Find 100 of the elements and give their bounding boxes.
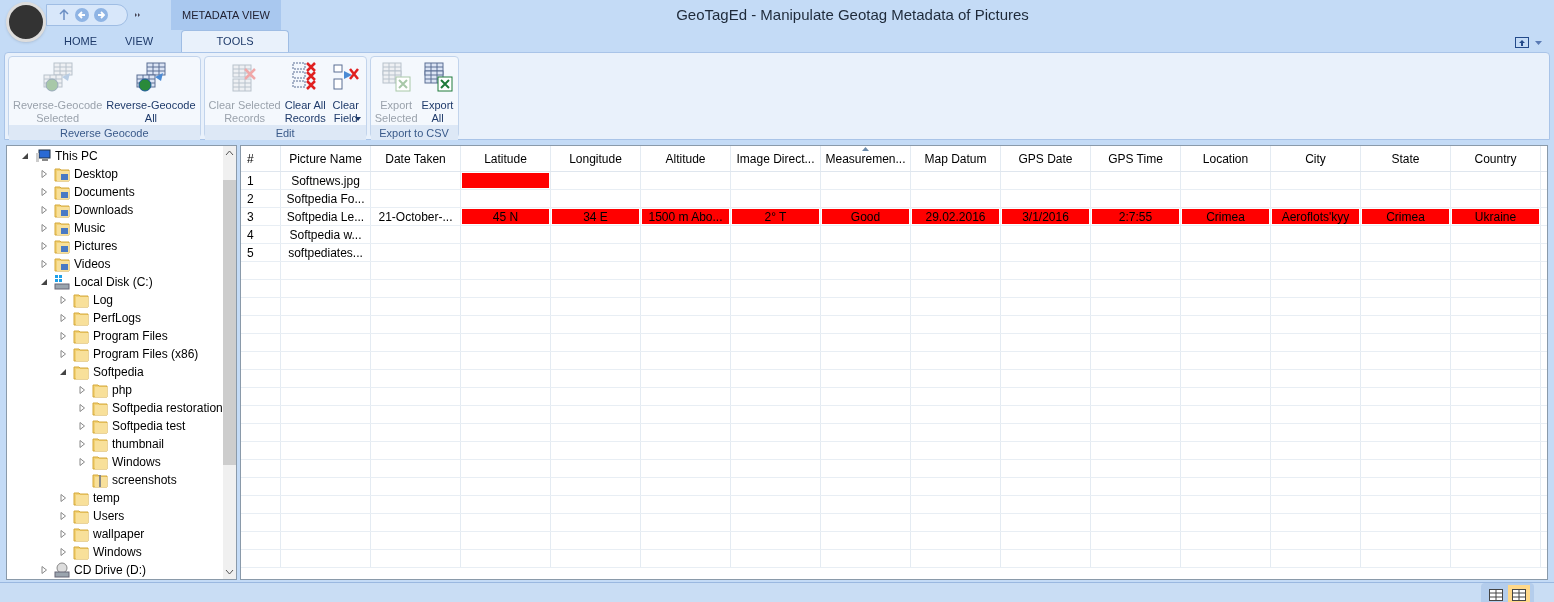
collapse-arrow-icon[interactable] [21,152,29,160]
tree-item-label[interactable]: Pictures [74,237,118,255]
table-cell-text: Softpedia w... [288,227,363,242]
expand-arrow-icon[interactable] [59,512,67,520]
collapse-arrow-icon[interactable] [40,278,48,286]
expand-arrow-icon[interactable] [59,314,67,322]
expand-arrow-icon[interactable] [78,386,86,394]
folder-icon [92,400,108,416]
column-header[interactable]: Measuremen... [821,146,911,171]
column-header[interactable]: Image Direct... [731,146,821,171]
tree-item-label[interactable]: wallpaper [93,525,145,543]
tree-item-label[interactable]: Windows [112,453,161,471]
table-cell: Crimea [1362,209,1449,224]
column-header[interactable]: Longitude [551,146,641,171]
table-cell: Aeroflots'kyy [1272,209,1359,224]
drive-icon [54,274,70,290]
folder-icon [54,238,70,254]
table-cell: 1500 m Abo... [642,209,729,224]
expand-arrow-icon[interactable] [59,332,67,340]
folder-icon [73,544,89,560]
expand-arrow-icon[interactable] [40,566,48,574]
expand-arrow-icon[interactable] [59,548,67,556]
folder-icon [54,220,70,236]
tree-item-label[interactable]: Music [74,219,106,237]
tree-item-label[interactable]: Program Files [93,327,168,345]
column-header[interactable]: Picture Name [281,146,371,171]
column-header[interactable]: Latitude [461,146,551,171]
tree-item-label[interactable]: php [112,381,133,399]
tree-item-label[interactable]: PerfLogs [93,309,142,327]
tree-item-label[interactable]: Documents [74,183,135,201]
column-header[interactable]: Altitude [641,146,731,171]
tree-item-label[interactable]: Softpedia restoration [112,399,223,417]
column-header[interactable]: Date Taken [371,146,461,171]
ribbon-button[interactable]: Clear Field [327,59,364,121]
column-header[interactable]: Location [1181,146,1271,171]
table-cell-text: Softnews.jpg [290,173,361,188]
column-header[interactable]: Map Datum [911,146,1001,171]
tree-item-label[interactable]: Program Files (x86) [93,345,199,363]
column-header[interactable]: # [241,146,281,171]
column-header[interactable]: City [1271,146,1361,171]
tree-item-label[interactable]: Users [93,507,125,525]
customize-toolbar-icon[interactable] [135,12,141,18]
column-header[interactable]: Country [1451,146,1541,171]
expand-arrow-icon[interactable] [78,440,86,448]
ribbon-tab[interactable]: TOOLS [181,30,290,52]
scrollbar[interactable] [222,146,236,579]
expand-arrow-icon[interactable] [59,350,67,358]
folder-icon [54,256,70,272]
table-cell-text: 1 [246,173,255,188]
tree-item-label[interactable]: Windows [93,543,142,561]
tree-item-label[interactable]: This PC [55,147,98,165]
view-toggle-button[interactable] [1508,585,1530,602]
folder-icon [73,364,89,380]
tree-item-label[interactable]: Softpedia [93,363,144,381]
tree-item-label[interactable]: Videos [74,255,111,273]
expand-arrow-icon[interactable] [78,404,86,412]
column-header[interactable]: GPS Time [1091,146,1181,171]
tree-item-label[interactable]: screenshots [112,471,177,489]
tree-item-label[interactable]: thumbnail [112,435,165,453]
table-cell: 2:7:55 [1092,209,1179,224]
up-arrow-icon[interactable] [57,8,71,22]
tree-item-label[interactable]: Local Disk (C:) [74,273,153,291]
minimize-ribbon-icon[interactable] [1515,37,1529,48]
column-header[interactable]: GPS Date [1001,146,1091,171]
expand-arrow-icon[interactable] [40,224,48,232]
table-cell-text: Softpedia Fo... [285,191,366,206]
tree-item-label[interactable]: Downloads [74,201,134,219]
collapse-arrow-icon[interactable] [59,368,67,376]
globe-table-icon [41,61,74,93]
expand-arrow-icon[interactable] [40,188,48,196]
expand-arrow-icon[interactable] [59,296,67,304]
ribbon-group-label: Reverse Geocode [9,125,200,140]
tree-item-label[interactable]: temp [93,489,120,507]
expand-arrow-icon[interactable] [40,170,48,178]
ribbon-button[interactable]: Clear All Records [282,59,328,125]
expand-arrow-icon[interactable] [78,458,86,466]
folder-icon [54,166,70,182]
expand-arrow-icon[interactable] [40,242,48,250]
tree-item-label[interactable]: CD Drive (D:) [74,561,146,579]
tree-item-label[interactable]: Log [93,291,114,309]
table-cell-text: softpediates... [287,245,364,260]
table-cell: Good [822,209,909,224]
ribbon-button[interactable]: Reverse-Geocode All [104,59,198,125]
app-orb-icon[interactable] [6,2,46,42]
expand-arrow-icon[interactable] [78,422,86,430]
expand-arrow-icon[interactable] [59,494,67,502]
ribbon-tab[interactable]: HOME [50,30,111,52]
expand-arrow-icon[interactable] [40,260,48,268]
ribbon-button[interactable]: Export All [419,59,456,125]
column-header[interactable]: State [1361,146,1451,171]
folder-icon [92,436,108,452]
caret-icon[interactable] [1535,41,1542,46]
tree-item-label[interactable]: Softpedia test [112,417,186,435]
folder-icon [73,508,89,524]
folder-icon [73,490,89,506]
zip-folder-icon [92,472,108,488]
tree-item-label[interactable]: Desktop [74,165,119,183]
ribbon-tab[interactable]: VIEW [111,30,168,52]
expand-arrow-icon[interactable] [40,206,48,214]
expand-arrow-icon[interactable] [59,530,67,538]
